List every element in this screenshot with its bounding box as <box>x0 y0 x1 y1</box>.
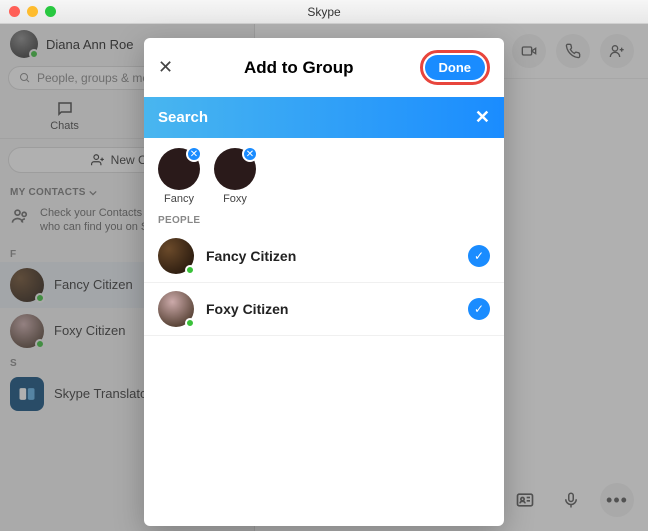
status-online-icon <box>185 318 195 328</box>
dialog-title: Add to Group <box>244 58 354 78</box>
person-avatar <box>158 291 194 327</box>
dialog-header: ✕ Add to Group Done <box>144 38 504 97</box>
person-row[interactable]: Foxy Citizen ✓ <box>144 283 504 336</box>
chip-fancy[interactable]: ✕ Fancy <box>158 148 200 205</box>
chip-avatar: ✕ <box>214 148 256 190</box>
person-avatar <box>158 238 194 274</box>
status-online-icon <box>185 265 195 275</box>
dialog-search-label: Search <box>158 109 208 126</box>
window-title: Skype <box>0 5 648 19</box>
person-name: Foxy Citizen <box>206 301 456 317</box>
modal-overlay: ✕ Add to Group Done Search ✕ ✕ Fancy ✕ F… <box>0 24 648 531</box>
dialog-search-bar[interactable]: Search ✕ <box>144 97 504 138</box>
person-row[interactable]: Fancy Citizen ✓ <box>144 230 504 283</box>
selected-check-icon[interactable]: ✓ <box>468 298 490 320</box>
close-dialog-button[interactable]: ✕ <box>158 57 178 78</box>
chip-label: Fancy <box>164 193 194 205</box>
person-name: Fancy Citizen <box>206 248 456 264</box>
chip-label: Foxy <box>223 193 247 205</box>
done-button[interactable]: Done <box>425 55 486 80</box>
selected-chips: ✕ Fancy ✕ Foxy <box>144 138 504 209</box>
people-header: PEOPLE <box>144 209 504 230</box>
chip-foxy[interactable]: ✕ Foxy <box>214 148 256 205</box>
add-to-group-dialog: ✕ Add to Group Done Search ✕ ✕ Fancy ✕ F… <box>144 38 504 526</box>
selected-check-icon[interactable]: ✓ <box>468 245 490 267</box>
chip-avatar: ✕ <box>158 148 200 190</box>
titlebar: Skype <box>0 0 648 24</box>
done-button-highlight: Done <box>420 50 491 85</box>
remove-chip-icon[interactable]: ✕ <box>242 146 258 162</box>
clear-search-icon[interactable]: ✕ <box>475 107 490 128</box>
remove-chip-icon[interactable]: ✕ <box>186 146 202 162</box>
